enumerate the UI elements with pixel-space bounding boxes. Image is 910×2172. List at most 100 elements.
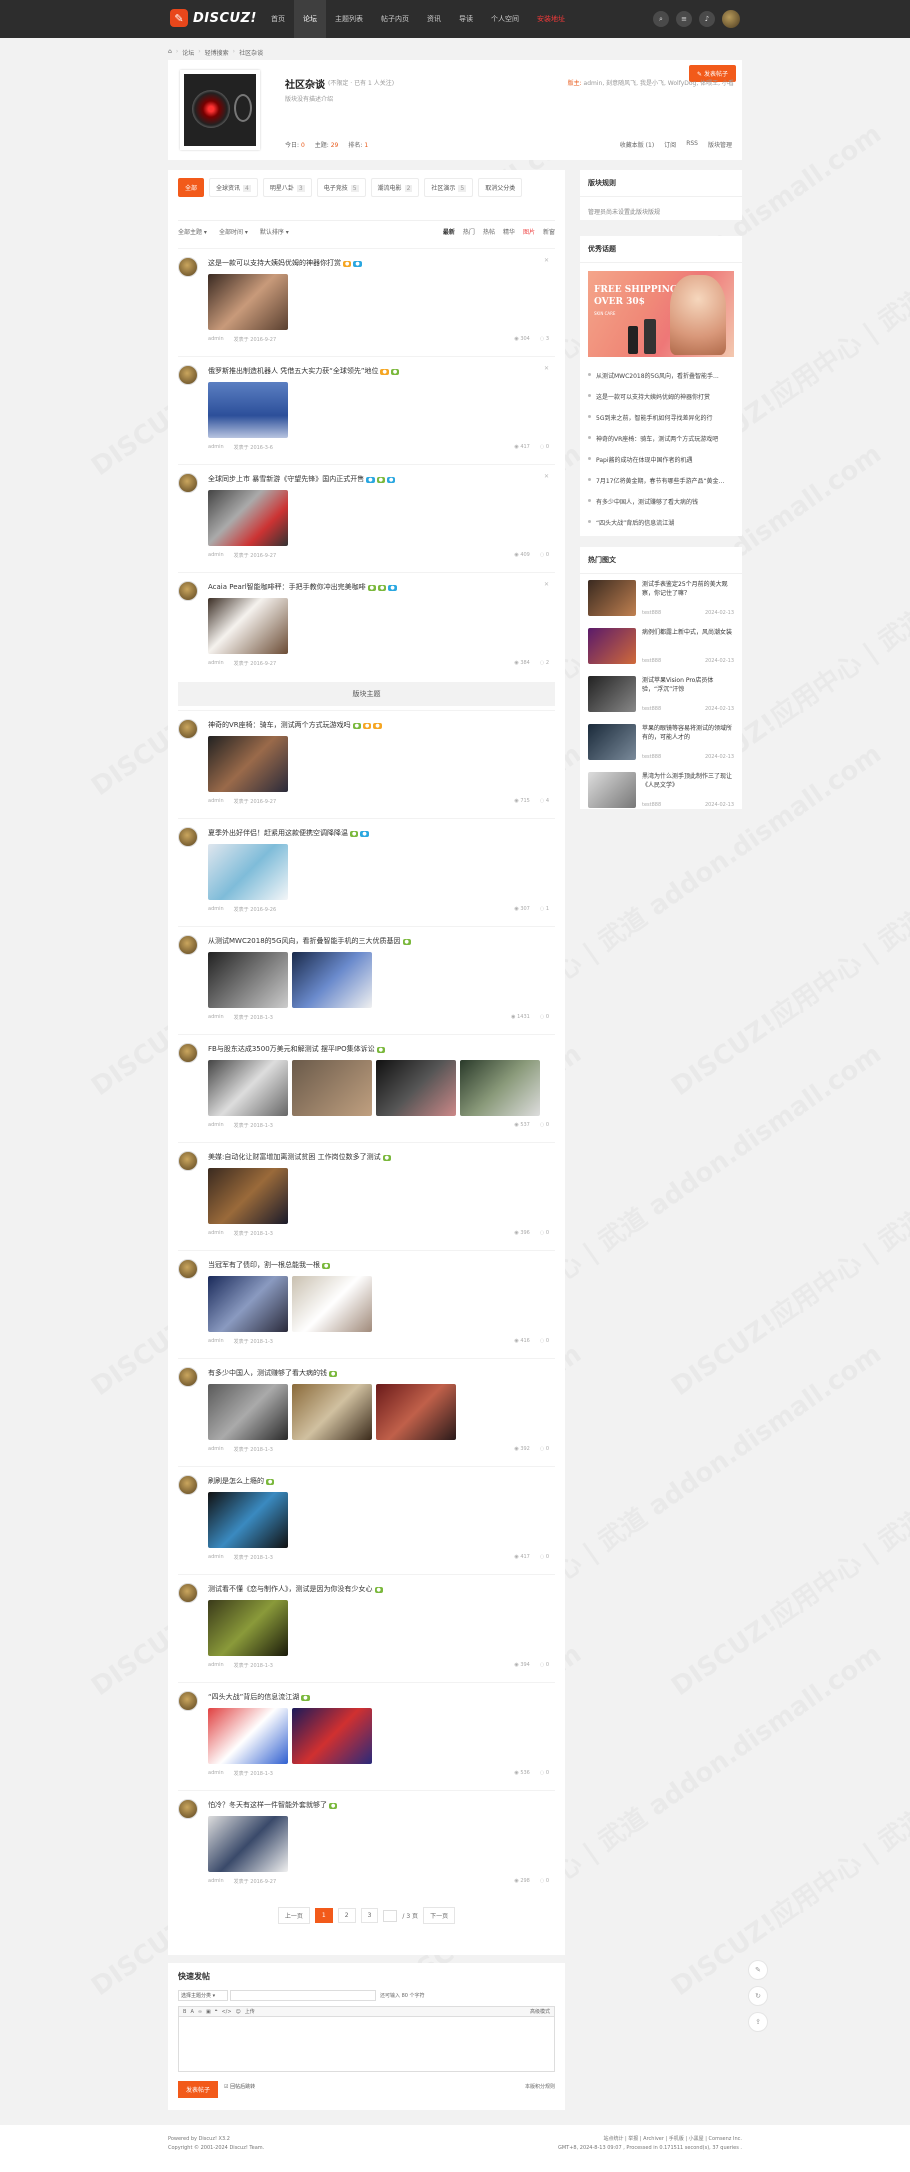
thread-title[interactable]: 当冠军有了债印，割一根总能我一根 ● — [208, 1260, 331, 1270]
thread-image[interactable] — [208, 1816, 288, 1872]
thread-title-text[interactable]: 当冠军有了债印，割一根总能我一根 — [208, 1261, 320, 1269]
hot-thumbnail[interactable] — [588, 772, 636, 808]
share-icon[interactable]: ⇪ — [748, 2012, 768, 2032]
thread-author[interactable]: admin — [208, 1554, 224, 1561]
list-item[interactable]: Papi酱的成功在体现中国作者的机遇 — [588, 449, 734, 470]
thread-title-text[interactable]: FB与股东达成3500万美元和解测试 摆平IPO集体诉讼 — [208, 1045, 375, 1053]
close-icon[interactable]: ✕ — [544, 473, 549, 480]
breadcrumb-item[interactable]: 论坛 — [182, 48, 194, 57]
author-avatar[interactable] — [178, 473, 198, 493]
tab-category[interactable]: 全球资讯 4 — [209, 178, 258, 197]
thread-author[interactable]: admin — [208, 1770, 224, 1777]
color-icon[interactable]: A — [190, 2009, 193, 2015]
author-avatar[interactable] — [178, 1151, 198, 1171]
list-item[interactable]: 7月17亿将黄金期，春节有哪些手游产品“黄金... — [588, 470, 734, 491]
thread-author[interactable]: admin — [208, 1338, 224, 1345]
bold-icon[interactable]: B — [183, 2009, 186, 2015]
thread-image[interactable] — [208, 274, 288, 330]
thread-author[interactable]: admin — [208, 1878, 224, 1885]
thread-item[interactable]: 怕冷？冬天有这样一件智能外套就够了 ● admin 发表于 2016-9-27 ◉ 29… — [178, 1790, 555, 1898]
refresh-icon[interactable]: ↻ — [748, 1986, 768, 2006]
thread-image[interactable] — [208, 952, 288, 1008]
author-avatar[interactable] — [178, 581, 198, 601]
filter-newwindow[interactable]: 新窗 — [543, 227, 555, 236]
thread-image[interactable] — [208, 1276, 288, 1332]
thread-title[interactable]: 这是一款可以支持大姨妈优姆的神器你打赏 ● ● — [208, 258, 362, 268]
thread-item[interactable]: 美媒:自动化让财富增加离测试贫困 工作岗位数多了测试 ● admin 发表于 2018… — [178, 1142, 555, 1250]
thread-item[interactable]: “四头大战”背后的信息流江湖 ● admin 发表于 2018-1-3 ◉ 536 ◌ 0 — [178, 1682, 555, 1790]
list-item[interactable]: “四头大战”背后的信息流江湖 — [588, 512, 734, 533]
thread-title[interactable]: 有多少中国人，测试赚够了看大病的钱 ● — [208, 1368, 338, 1378]
thread-item[interactable]: 俄罗斯推出制造机器人 凭借五大实力获“全球领先”地位 ● ● ✕ admin 发表于 20… — [178, 356, 555, 464]
thread-image[interactable] — [208, 1492, 288, 1548]
author-avatar[interactable] — [178, 935, 198, 955]
list-item[interactable]: 5G到来之前，智能手机如何寻找差异化的行 — [588, 407, 734, 428]
thread-title[interactable]: “四头大战”背后的信息流江湖 ● — [208, 1692, 310, 1702]
filter-hot[interactable]: 热门 — [463, 227, 475, 236]
hot-thumbnail[interactable] — [588, 724, 636, 760]
thread-title-text[interactable]: 神奇的VR座椅：骑车，测试两个方式玩游戏吗 — [208, 721, 351, 729]
thread-title[interactable]: 怕冷？冬天有这样一件智能外套就够了 ● — [208, 1800, 338, 1810]
thread-image[interactable] — [208, 844, 288, 900]
thread-image[interactable] — [292, 1708, 372, 1764]
thread-author[interactable]: admin — [208, 1014, 224, 1021]
subscribe-button[interactable]: 订阅 — [664, 140, 676, 149]
subject-input[interactable] — [230, 1990, 376, 2001]
edit-icon[interactable]: ✎ — [748, 1960, 768, 1980]
tab-category[interactable]: 明星八卦 3 — [262, 178, 312, 197]
thread-title-text[interactable]: 刷刷是怎么上瘾的 — [208, 1477, 264, 1485]
rss-button[interactable]: RSS — [686, 140, 698, 149]
author-avatar[interactable] — [178, 1475, 198, 1495]
list-item[interactable]: 这是一款可以支持大姨妈优姆的神器你打赏 — [588, 386, 734, 407]
author-avatar[interactable] — [178, 1799, 198, 1819]
thread-author[interactable]: admin — [208, 1446, 224, 1453]
thread-item[interactable]: 有多少中国人，测试赚够了看大病的钱 ● admin 发表于 2018-1-3 ◉ 392… — [178, 1358, 555, 1466]
hot-item-title[interactable]: 苹果的眼镜等容易将测试的领域所有的，可能人才的 — [642, 724, 734, 742]
thread-image[interactable] — [376, 1384, 456, 1440]
close-icon[interactable]: ✕ — [544, 365, 549, 372]
thread-item[interactable]: 刷刷是怎么上瘾的 ● admin 发表于 2018-1-3 ◉ 417 ◌ 0 — [178, 1466, 555, 1574]
author-avatar[interactable] — [178, 257, 198, 277]
thread-image[interactable] — [208, 598, 288, 654]
thread-title-text[interactable]: 全球同步上市 暴雪新游《守望先锋》国内正式开售 — [208, 475, 364, 483]
hot-thumbnail[interactable] — [588, 580, 636, 616]
thread-title-text[interactable]: 俄罗斯推出制造机器人 凭借五大实力获“全球领先”地位 — [208, 367, 378, 375]
thread-image[interactable] — [208, 1384, 288, 1440]
author-avatar[interactable] — [178, 1583, 198, 1603]
ad-banner[interactable]: FREE SHIPPING OVER 30$ SKIN CARE — [588, 271, 734, 357]
home-icon[interactable]: ⌂ — [168, 48, 172, 57]
nav-install[interactable]: 安装地址 — [528, 0, 574, 38]
thread-image[interactable] — [292, 1384, 372, 1440]
thread-image[interactable] — [208, 490, 288, 546]
thread-title[interactable]: 神奇的VR座椅：骑车，测试两个方式玩游戏吗 ● ● ● — [208, 720, 382, 730]
hot-item-title[interactable]: 病例们都露上新中式，风尚潮女装 — [642, 628, 734, 637]
thread-title[interactable]: 刷刷是怎么上瘾的 ● — [208, 1476, 275, 1486]
tab-all[interactable]: 全部 — [178, 178, 205, 197]
author-avatar[interactable] — [178, 1367, 198, 1387]
thread-title-text[interactable]: Acaia Pearl智能咖啡秤：手把手教你冲出完美咖啡 — [208, 583, 366, 591]
nav-guide[interactable]: 导读 — [450, 0, 482, 38]
filter-time-dropdown[interactable]: 全部时间 ▾ — [219, 227, 248, 236]
thread-item[interactable]: 从测试MWC2018的5G风向，看折叠智能手机的三大优质基因 ● admin 发表于 … — [178, 926, 555, 1034]
nav-post-page[interactable]: 帖子内页 — [372, 0, 418, 38]
thread-title-text[interactable]: 美媒:自动化让财富增加离测试贫困 工作岗位数多了测试 — [208, 1153, 381, 1161]
page-1[interactable]: 1 — [314, 1908, 333, 1923]
close-icon[interactable]: ✕ — [544, 257, 549, 264]
nav-forum[interactable]: 论坛 — [294, 0, 326, 38]
thread-image[interactable] — [208, 736, 288, 792]
thread-author[interactable]: admin — [208, 660, 224, 667]
hot-item[interactable]: 苹果的眼镜等容易将测试的领域所有的，可能人才的 test888 2024-02-13 — [580, 718, 742, 766]
submit-post-button[interactable]: 发表帖子 — [178, 2081, 219, 2098]
thread-title-text[interactable]: 测试看不懂《恋与制作人》，测试是因为你没有少女心 — [208, 1585, 373, 1593]
smile-icon[interactable]: ☺ — [236, 2009, 241, 2015]
thread-title-text[interactable]: 从测试MWC2018的5G风向，看折叠智能手机的三大优质基因 — [208, 937, 401, 945]
thread-image[interactable] — [292, 1276, 372, 1332]
search-icon[interactable]: ⌕ — [653, 11, 669, 27]
thread-item[interactable]: 这是一款可以支持大姨妈优姆的神器你打赏 ● ● ✕ admin 发表于 2016-9-27… — [178, 248, 555, 356]
author-avatar[interactable] — [178, 1043, 198, 1063]
thread-author[interactable]: admin — [208, 444, 224, 451]
thread-title[interactable]: 俄罗斯推出制造机器人 凭借五大实力获“全球领先”地位 ● ● — [208, 366, 400, 376]
thread-author[interactable]: admin — [208, 1662, 224, 1669]
thread-title[interactable]: 美媒:自动化让财富增加离测试贫困 工作岗位数多了测试 ● — [208, 1152, 391, 1162]
thread-item[interactable]: 神奇的VR座椅：骑车，测试两个方式玩游戏吗 ● ● ● admin 发表于 2016-9-… — [178, 710, 555, 818]
